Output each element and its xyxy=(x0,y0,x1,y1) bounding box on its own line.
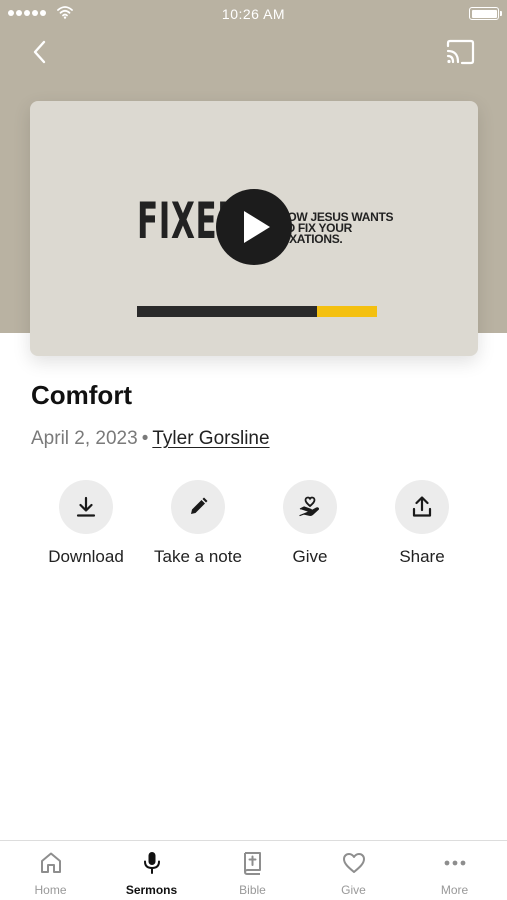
sermon-meta: April 2, 2023 • Tyler Gorsline xyxy=(31,428,270,450)
status-bar: 10:26 AM xyxy=(0,0,507,28)
tab-home-label: Home xyxy=(34,883,67,897)
give-label: Give xyxy=(292,547,328,566)
tab-give-label: Give xyxy=(341,883,366,897)
tab-bible[interactable]: Bible xyxy=(202,841,303,900)
tab-bible-label: Bible xyxy=(239,883,266,897)
tab-sermons-label: Sermons xyxy=(125,883,178,897)
status-time: 10:26 AM xyxy=(221,6,286,22)
artwork-progress-fill xyxy=(317,306,377,317)
share-button[interactable]: Share xyxy=(366,480,478,567)
series-tagline: HOW JESUS WANTS TO FIX YOUR FIXATIONS. xyxy=(279,210,394,246)
share-icon xyxy=(412,496,432,517)
microphone-icon xyxy=(143,852,160,874)
bible-icon xyxy=(243,852,261,875)
pencil-icon xyxy=(191,497,208,514)
share-label: Share xyxy=(399,547,445,566)
take-a-note-label: Take a note xyxy=(154,547,242,566)
tab-more-label: More xyxy=(440,883,469,897)
download-icon xyxy=(76,496,96,517)
bottom-tab-bar: Home Sermons Bible Give More xyxy=(0,840,507,900)
download-button[interactable]: Download xyxy=(30,480,142,567)
speaker-link[interactable]: Tyler Gorsline xyxy=(152,428,269,449)
give-button[interactable]: Give xyxy=(254,480,366,567)
tab-more[interactable]: More xyxy=(404,841,505,900)
hand-heart-icon xyxy=(299,496,319,517)
tab-home[interactable]: Home xyxy=(0,841,101,900)
play-icon[interactable] xyxy=(216,189,292,265)
cast-icon[interactable] xyxy=(445,39,475,65)
take-a-note-button[interactable]: Take a note xyxy=(142,480,254,567)
artwork-progress-bar xyxy=(137,306,377,317)
meta-separator: • xyxy=(141,428,149,449)
more-dots-icon xyxy=(444,860,465,866)
home-icon xyxy=(40,852,61,873)
sermon-date: April 2, 2023 xyxy=(31,428,138,449)
tab-give[interactable]: Give xyxy=(303,841,404,900)
video-player[interactable]: FIXED HOW JESUS WANTS TO FIX YOUR FIXATI… xyxy=(30,101,478,356)
download-label: Download xyxy=(48,547,124,566)
back-chevron-icon[interactable] xyxy=(28,38,52,66)
heart-icon xyxy=(342,853,365,873)
sermon-title: Comfort xyxy=(31,380,133,410)
battery-icon xyxy=(469,7,502,20)
tab-sermons[interactable]: Sermons xyxy=(101,841,202,900)
